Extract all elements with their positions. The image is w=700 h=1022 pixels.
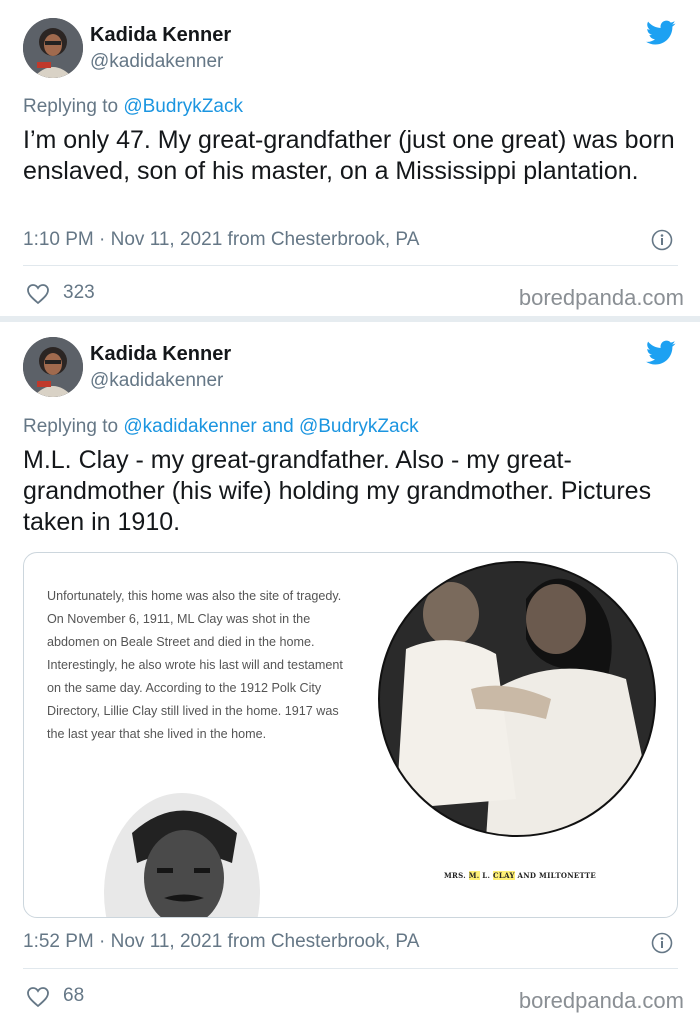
like-count: 323 xyxy=(63,282,95,303)
replying-to: Replying to @kadidakenner and @BudrykZac… xyxy=(23,416,419,438)
watermark: boredpanda.com xyxy=(518,285,684,310)
mother-and-baby-photo xyxy=(378,561,656,837)
display-name[interactable]: Kadida Kenner xyxy=(90,24,231,47)
like-count: 68 xyxy=(63,985,85,1006)
info-icon[interactable] xyxy=(651,229,673,251)
mention-link[interactable]: @BudrykZack xyxy=(123,96,243,117)
heart-icon[interactable] xyxy=(26,283,50,305)
media-image[interactable]: Unfortunately, this home was also the si… xyxy=(23,552,678,918)
caption-part: MRS. xyxy=(444,871,469,880)
handle[interactable]: @kadidakenner xyxy=(90,51,223,73)
caption-highlight: CLAY xyxy=(492,871,515,880)
twitter-bird-icon[interactable] xyxy=(646,340,676,366)
mention-link[interactable]: @kadidakenner and @BudrykZack xyxy=(123,416,418,437)
tweet-text: I’m only 47. My great-grandfather (just … xyxy=(23,126,675,185)
caption-part: L. xyxy=(479,871,493,880)
article-text: Unfortunately, this home was also the si… xyxy=(47,589,343,741)
divider xyxy=(23,968,678,969)
divider xyxy=(23,265,678,266)
timestamp[interactable]: 1:10 PM · Nov 11, 2021 from Chesterbrook… xyxy=(23,229,419,251)
timestamp[interactable]: 1:52 PM · Nov 11, 2021 from Chesterbrook… xyxy=(23,931,419,953)
watermark: boredpanda.com xyxy=(518,988,684,1013)
replying-label: Replying to xyxy=(23,96,124,117)
tweet-card-2[interactable]: Kadida Kenner @kadidakenner Replying to … xyxy=(0,322,700,1022)
photo-caption: MRS. M. L. CLAY AND MILTONETTE xyxy=(444,871,596,880)
avatar[interactable] xyxy=(23,18,83,78)
display-name[interactable]: Kadida Kenner xyxy=(90,343,231,366)
cropped-text-line xyxy=(54,553,354,557)
tweet-text: M.L. Clay - my great-grandfather. Also -… xyxy=(23,446,652,536)
tweet-card-1[interactable]: Kadida Kenner @kadidakenner Replying to … xyxy=(0,0,700,316)
twitter-bird-icon[interactable] xyxy=(646,20,676,46)
heart-icon[interactable] xyxy=(26,986,50,1008)
man-portrait-photo xyxy=(104,793,260,917)
info-icon[interactable] xyxy=(651,932,673,954)
handle[interactable]: @kadidakenner xyxy=(90,370,223,392)
replying-label: Replying to xyxy=(23,416,124,437)
caption-highlight: M. xyxy=(468,871,480,880)
replying-to: Replying to @BudrykZack xyxy=(23,96,243,118)
caption-part: AND MILTONETTE xyxy=(514,871,596,880)
avatar[interactable] xyxy=(23,337,83,397)
